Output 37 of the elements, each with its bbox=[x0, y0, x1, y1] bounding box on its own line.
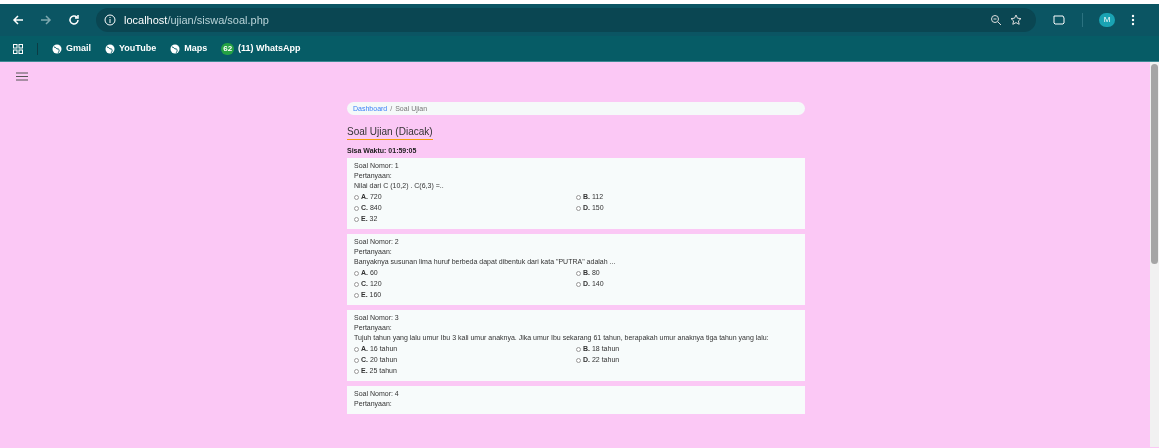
radio-button[interactable] bbox=[576, 194, 581, 200]
radio-button[interactable] bbox=[354, 357, 359, 363]
radio-button[interactable] bbox=[354, 270, 359, 276]
radio-button[interactable] bbox=[354, 194, 359, 200]
menu-icon[interactable] bbox=[16, 72, 28, 81]
radio-button[interactable] bbox=[576, 281, 581, 287]
radio-button[interactable] bbox=[354, 292, 359, 298]
page-title: Soal Ujian (Diacak) bbox=[347, 126, 433, 140]
radio-button[interactable] bbox=[354, 205, 359, 211]
forward-arrow-icon[interactable] bbox=[40, 14, 52, 26]
bookmark-link[interactable]: Maps bbox=[170, 41, 208, 56]
bookmark-link[interactable]: Gmail bbox=[52, 41, 91, 56]
menu-dots-icon[interactable] bbox=[1131, 14, 1135, 26]
globe-icon bbox=[52, 43, 62, 54]
extensions-icon[interactable] bbox=[1052, 14, 1066, 26]
radio-button[interactable] bbox=[576, 357, 581, 363]
radio-button[interactable] bbox=[354, 281, 359, 287]
radio-button[interactable] bbox=[354, 368, 359, 374]
reload-icon[interactable] bbox=[68, 14, 80, 26]
address-bar[interactable]: localhost/ujian/siswa/soal.php bbox=[96, 8, 1036, 32]
bookmark-link[interactable]: YouTube bbox=[105, 41, 157, 56]
notification-badge: 62 bbox=[221, 42, 235, 55]
back-arrow-icon[interactable] bbox=[12, 14, 24, 26]
star-icon[interactable] bbox=[1010, 14, 1022, 26]
radio-button[interactable] bbox=[576, 205, 581, 211]
apps-grid-icon[interactable] bbox=[13, 43, 23, 54]
zoom-icon[interactable] bbox=[990, 14, 1002, 26]
info-icon[interactable] bbox=[104, 14, 116, 26]
radio-button[interactable] bbox=[576, 270, 581, 276]
url-text: localhost/ujian/siswa/soal.php bbox=[124, 12, 269, 28]
bookmark-link[interactable]: 62 (11) WhatsApp bbox=[221, 41, 301, 56]
globe-icon bbox=[105, 43, 115, 54]
radio-button[interactable] bbox=[354, 216, 359, 222]
scrollbar[interactable] bbox=[1150, 62, 1159, 447]
globe-icon bbox=[170, 43, 181, 54]
radio-button[interactable] bbox=[576, 346, 581, 352]
radio-button[interactable] bbox=[354, 346, 359, 352]
